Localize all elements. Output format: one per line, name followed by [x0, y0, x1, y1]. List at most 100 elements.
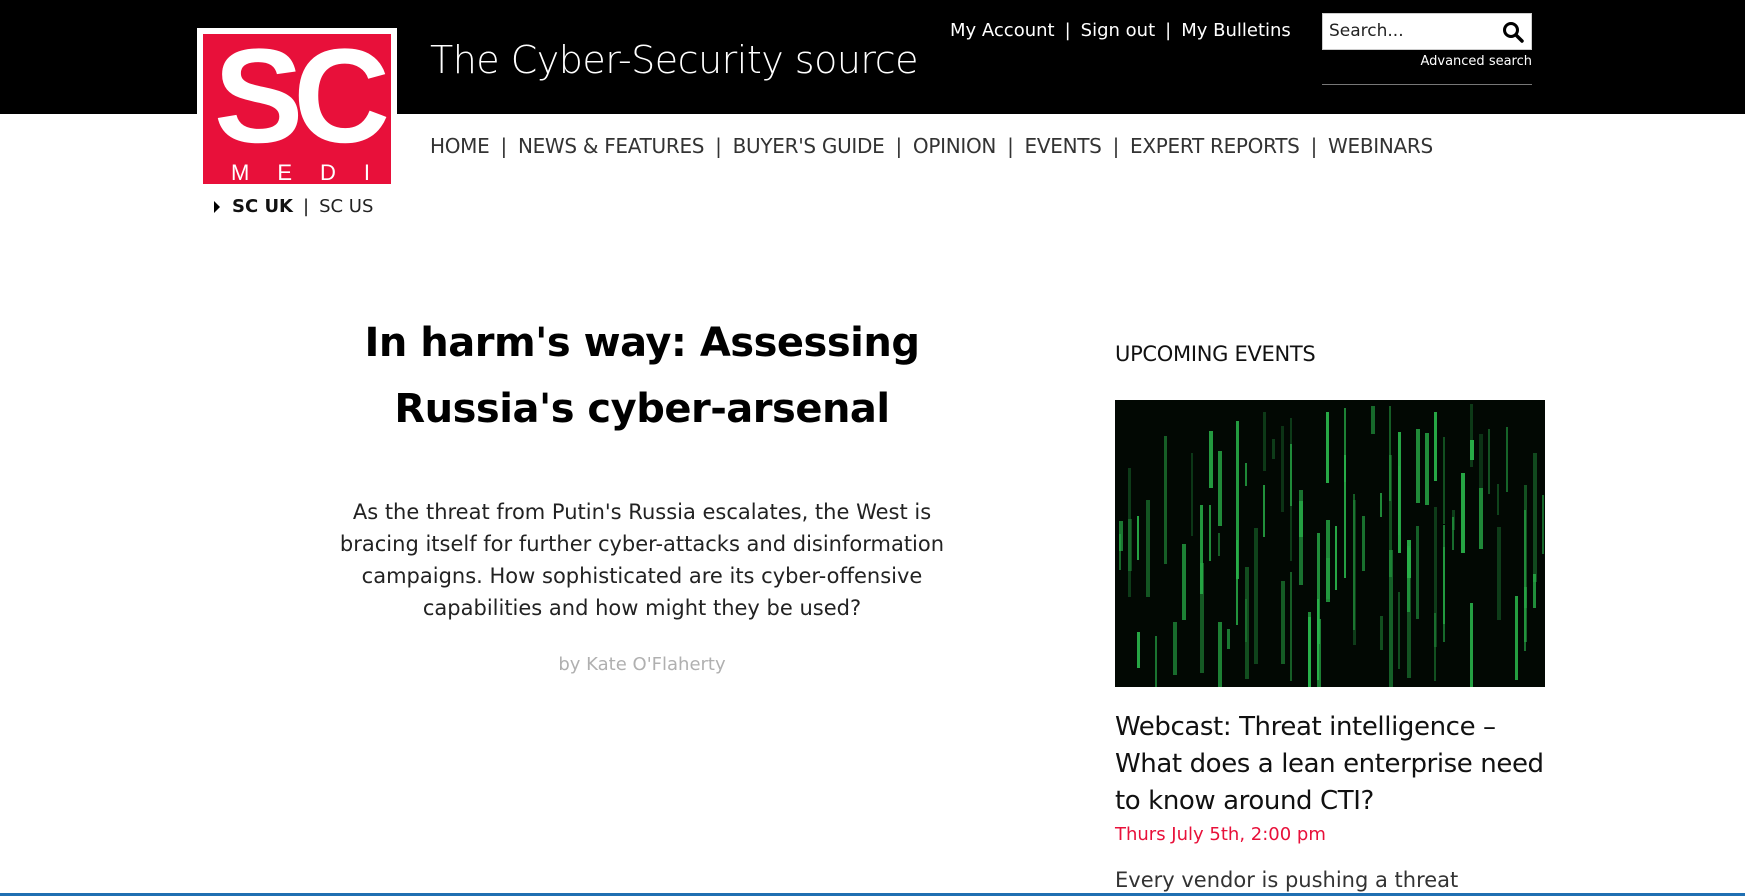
matrix-code-stream [1155, 636, 1157, 687]
article-standfirst: As the threat from Putin's Russia escala… [339, 500, 945, 620]
matrix-code-stream [1290, 572, 1292, 681]
matrix-code-stream [1137, 516, 1139, 560]
matrix-code-stream [1488, 429, 1490, 494]
article-title-line-2: Russia's cyber-arsenal [394, 386, 890, 432]
matrix-code-stream [1398, 592, 1400, 669]
matrix-code-stream [1173, 622, 1177, 675]
matrix-code-stream [1326, 412, 1329, 483]
matrix-code-stream [1191, 453, 1193, 536]
matrix-code-stream [1362, 516, 1365, 571]
matrix-code-stream [1470, 404, 1473, 467]
matrix-code-stream [1452, 510, 1455, 530]
separator: | [1165, 20, 1172, 41]
matrix-code-stream [1398, 466, 1400, 535]
matrix-code-stream [1245, 463, 1247, 486]
matrix-code-stream [1119, 521, 1123, 551]
nav-item-webinars[interactable]: WEBINARS [1328, 134, 1433, 158]
separator: | [500, 134, 507, 158]
matrix-code-stream [1533, 574, 1536, 608]
matrix-code-stream [1299, 501, 1303, 537]
matrix-code-stream [1389, 550, 1393, 687]
sc-media-logo[interactable]: SC MEDIA [197, 28, 397, 190]
site-tagline: The Cyber-Security source [430, 38, 919, 82]
region-sc-uk[interactable]: SC UK [232, 196, 293, 217]
matrix-code-stream [1236, 540, 1238, 625]
matrix-code-stream [1434, 412, 1437, 481]
nav-item-expert-reports[interactable]: EXPERT REPORTS [1130, 134, 1300, 158]
nav-item-events[interactable]: EVENTS [1025, 134, 1102, 158]
separator: | [303, 196, 310, 217]
event-thumbnail-image[interactable] [1115, 400, 1545, 687]
matrix-code-stream [1128, 519, 1132, 571]
separator: | [1064, 20, 1071, 41]
separator: | [1007, 134, 1014, 158]
separator: | [1112, 134, 1120, 158]
matrix-code-stream [1416, 526, 1419, 619]
my-account-link[interactable]: My Account [950, 20, 1055, 41]
sign-out-link[interactable]: Sign out [1081, 20, 1155, 41]
logo-subtext: MEDIA [231, 160, 391, 184]
matrix-code-stream [1263, 412, 1266, 471]
matrix-code-stream [1353, 500, 1356, 645]
article-title-line-1: In harm's way: Assessing [364, 320, 921, 366]
nav-item-news-features[interactable]: NEWS & FEATURES [518, 134, 705, 158]
matrix-code-stream [1497, 527, 1501, 620]
matrix-code-stream [1227, 629, 1230, 649]
divider [1322, 84, 1532, 85]
separator: | [895, 134, 902, 158]
matrix-code-stream [1434, 613, 1436, 681]
matrix-code-stream [1272, 439, 1275, 459]
article-header: In harm's way: Assessing Russia's cyber-… [300, 310, 984, 675]
matrix-code-stream [1380, 493, 1382, 517]
event-title[interactable]: Webcast: Threat intelligence – What does… [1115, 709, 1545, 820]
nav-item-home[interactable]: HOME [430, 134, 490, 158]
matrix-code-stream [1182, 544, 1186, 620]
matrix-code-stream [1335, 526, 1337, 590]
matrix-code-stream [1317, 533, 1320, 644]
matrix-code-stream [1200, 505, 1203, 594]
matrix-code-stream [1281, 426, 1284, 512]
article-byline: by Kate O'Flaherty [558, 654, 726, 675]
matrix-code-stream [1281, 581, 1285, 664]
main-navigation: HOME | NEWS & FEATURES | BUYER'S GUIDE |… [430, 134, 1433, 158]
matrix-code-stream [1497, 484, 1499, 515]
matrix-code-stream [1164, 436, 1167, 564]
matrix-code-stream [1245, 599, 1247, 642]
search-input[interactable] [1323, 14, 1489, 47]
matrix-code-stream [1209, 431, 1213, 488]
matrix-code-stream [1425, 433, 1429, 505]
matrix-code-stream [1218, 622, 1222, 687]
upcoming-events-heading: UPCOMING EVENTS [1115, 342, 1316, 366]
advanced-search-link[interactable]: Advanced search [1322, 54, 1532, 69]
matrix-code-stream [1308, 612, 1311, 687]
nav-item-opinion[interactable]: OPINION [913, 134, 996, 158]
my-bulletins-link[interactable]: My Bulletins [1181, 20, 1291, 41]
matrix-code-stream [1479, 434, 1483, 549]
matrix-code-stream [1380, 616, 1383, 650]
matrix-code-stream [1443, 437, 1445, 524]
matrix-code-stream [1137, 632, 1140, 668]
matrix-code-stream [1416, 429, 1420, 503]
logo-letters: SC [213, 34, 390, 171]
upcoming-events-sidebar: UPCOMING EVENTS Webcast: Threat intellig… [1115, 342, 1545, 895]
search-box [1322, 13, 1532, 50]
matrix-code-stream [1344, 455, 1346, 578]
separator: | [715, 134, 722, 158]
matrix-code-stream [1542, 495, 1544, 554]
matrix-code-stream [1263, 485, 1265, 537]
matrix-code-stream [1371, 406, 1375, 434]
matrix-code-stream [1470, 603, 1473, 687]
event-date: Thurs July 5th, 2:00 pm [1115, 824, 1326, 845]
matrix-code-stream [1254, 528, 1258, 664]
matrix-code-stream [1218, 451, 1222, 526]
matrix-code-stream [1533, 453, 1537, 582]
search-icon[interactable] [1501, 20, 1525, 44]
matrix-code-stream [1461, 473, 1465, 553]
logo-red-panel: SC MEDIA [203, 34, 391, 184]
article-title[interactable]: In harm's way: Assessing Russia's cyber-… [300, 310, 984, 442]
matrix-code-stream [1326, 558, 1330, 599]
region-sc-us[interactable]: SC US [319, 196, 373, 217]
matrix-code-stream [1209, 505, 1211, 561]
nav-item-buyers-guide[interactable]: BUYER'S GUIDE [733, 134, 885, 158]
region-switcher: SC UK | SC US [214, 196, 373, 217]
